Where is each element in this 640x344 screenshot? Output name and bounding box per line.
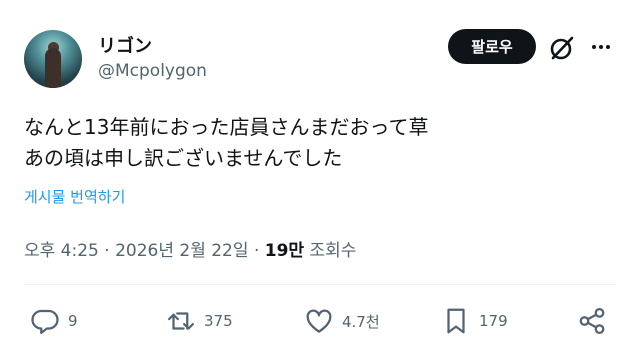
author-handle[interactable]: @Mcpolygon [98,61,207,81]
bookmark-icon [447,308,465,334]
divider [24,284,616,285]
heart-icon [306,309,332,333]
like-button[interactable]: 4.7천 [304,303,380,339]
avatar[interactable] [24,30,82,88]
reply-button[interactable]: 9 [30,303,78,339]
meta-separator: · [104,241,110,261]
repost-button[interactable]: 375 [166,303,233,339]
follow-button[interactable]: 팔로우 [448,29,536,64]
tweet-text-line: なんと13年前におった店員さんまだおって草 [24,115,429,139]
more-icon[interactable] [590,36,612,58]
repost-count: 375 [204,312,233,330]
post-date[interactable]: 2026년 2월 22일 [115,241,248,261]
post-time[interactable]: 오후 4:25 [24,241,99,261]
share-button[interactable] [577,303,607,339]
translate-post-link[interactable]: 게시물 번역하기 [24,186,125,207]
reply-count: 9 [68,312,78,330]
grok-icon[interactable] [548,34,576,62]
tweet-text: なんと13年前におった店員さんまだおって草 あの頃は申し訳ございませんでした [24,112,614,174]
share-icon [579,308,605,334]
tweet-meta: 오후 4:25 · 2026년 2월 22일 · 19만 조회수 [24,236,356,261]
tweet-text-line: あの頃は申し訳ございませんでした [24,146,343,170]
tweet-card: リゴン @Mcpolygon 팔로우 なんと13年前におった店員さんまだおって草… [0,0,640,344]
author-display-name[interactable]: リゴン [98,32,152,58]
avatar-figure [45,48,61,88]
views-count: 19만 [264,241,305,261]
like-count: 4.7천 [342,312,380,331]
action-bar: 9 375 4.7천 179 [0,303,640,343]
bookmark-button[interactable]: 179 [441,303,508,339]
bookmark-count: 179 [479,312,508,330]
repost-icon [168,312,194,330]
meta-separator: · [253,241,260,261]
views-label: 조회수 [309,241,357,261]
reply-icon [31,309,59,334]
